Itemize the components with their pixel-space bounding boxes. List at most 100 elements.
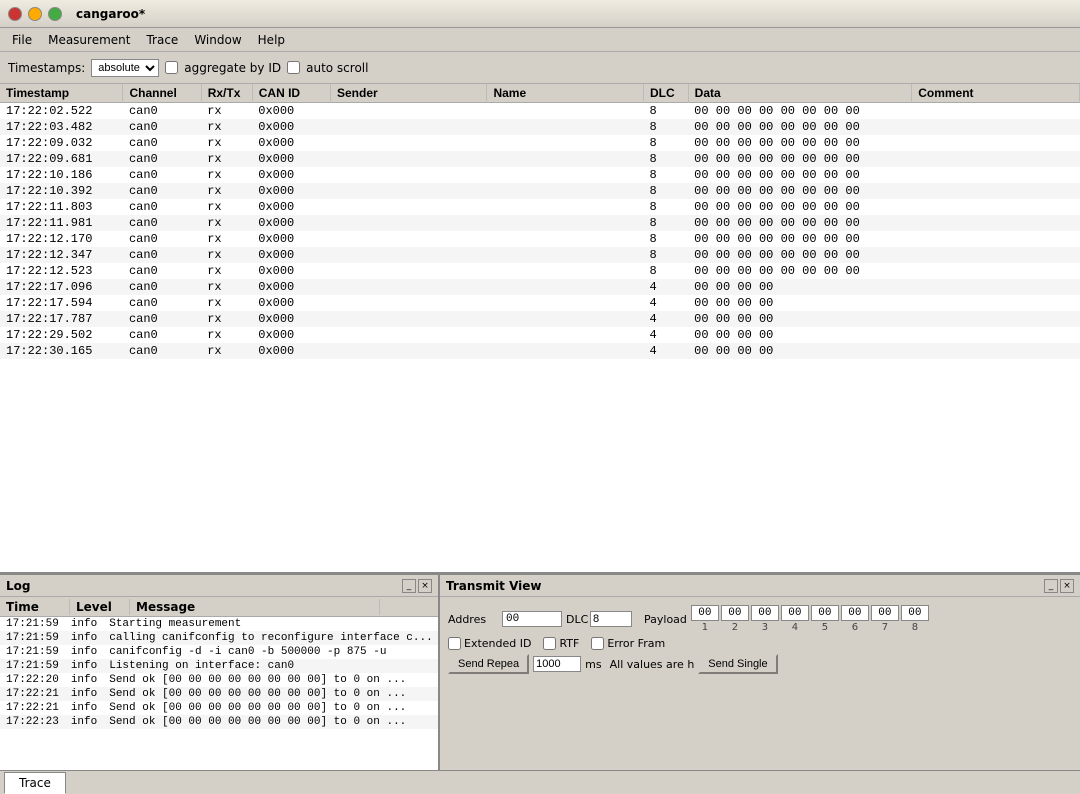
payload-byte-3[interactable]	[751, 605, 779, 621]
cell-comment	[912, 215, 1080, 231]
table-row[interactable]: 17:22:17.787 can0 rx 0x000 4 00 00 00 00	[0, 311, 1080, 327]
table-row[interactable]: 17:22:12.170 can0 rx 0x000 8 00 00 00 00…	[0, 231, 1080, 247]
dlc-spinner[interactable]	[590, 611, 632, 627]
cell-comment	[912, 231, 1080, 247]
autoscroll-checkbox[interactable]	[287, 61, 300, 74]
menu-measurement[interactable]: Measurement	[40, 31, 138, 49]
log-column-headers: Time Level Message	[0, 597, 438, 617]
cell-data: 00 00 00 00 00 00 00 00	[688, 263, 912, 279]
cell-dlc: 8	[643, 151, 688, 167]
log-cell-message: Listening on interface: can0	[103, 659, 438, 673]
table-row[interactable]: 17:22:12.347 can0 rx 0x000 8 00 00 00 00…	[0, 247, 1080, 263]
payload-byte-4[interactable]	[781, 605, 809, 621]
address-input[interactable]	[502, 611, 562, 627]
log-cell-time: 17:21:59	[0, 631, 65, 645]
transmit-close-button[interactable]: ×	[1060, 579, 1074, 593]
minimize-button[interactable]	[28, 7, 42, 21]
payload-label: Payload	[644, 613, 687, 626]
rtf-checkbox[interactable]	[543, 637, 556, 650]
table-row[interactable]: 17:22:10.186 can0 rx 0x000 8 00 00 00 00…	[0, 167, 1080, 183]
toolbar: Timestamps: absolute relative delta aggr…	[0, 52, 1080, 84]
cell-rxtx: rx	[201, 295, 252, 311]
send-repeat-interval[interactable]	[533, 656, 581, 672]
cell-channel: can0	[123, 151, 201, 167]
table-row[interactable]: 17:22:09.681 can0 rx 0x000 8 00 00 00 00…	[0, 151, 1080, 167]
menu-window[interactable]: Window	[186, 31, 249, 49]
table-row[interactable]: 17:22:17.594 can0 rx 0x000 4 00 00 00 00	[0, 295, 1080, 311]
cell-rxtx: rx	[201, 199, 252, 215]
menu-trace[interactable]: Trace	[138, 31, 186, 49]
menu-file[interactable]: File	[4, 31, 40, 49]
payload-byte-8[interactable]	[901, 605, 929, 621]
cell-sender	[330, 199, 486, 215]
cell-channel: can0	[123, 263, 201, 279]
payload-byte-7[interactable]	[871, 605, 899, 621]
payload-byte-6[interactable]	[841, 605, 869, 621]
col-header-dlc: DLC	[643, 84, 688, 103]
log-cell-time: 17:22:21	[0, 687, 65, 701]
payload-num-4: 4	[781, 622, 809, 633]
cell-data: 00 00 00 00 00 00 00 00	[688, 215, 912, 231]
table-row[interactable]: 17:22:12.523 can0 rx 0x000 8 00 00 00 00…	[0, 263, 1080, 279]
payload-byte-5[interactable]	[811, 605, 839, 621]
aggregate-checkbox[interactable]	[165, 61, 178, 74]
cell-canid: 0x000	[252, 167, 330, 183]
extended-id-item: Extended ID	[448, 637, 531, 650]
cell-dlc: 8	[643, 167, 688, 183]
table-row[interactable]: 17:22:11.981 can0 rx 0x000 8 00 00 00 00…	[0, 215, 1080, 231]
log-title: Log	[6, 579, 30, 593]
table-row[interactable]: 17:22:11.803 can0 rx 0x000 8 00 00 00 00…	[0, 199, 1080, 215]
send-repeat-button[interactable]: Send Repea	[448, 654, 529, 674]
cell-rxtx: rx	[201, 167, 252, 183]
cell-name	[487, 183, 643, 199]
cell-name	[487, 247, 643, 263]
table-row[interactable]: 17:22:09.032 can0 rx 0x000 8 00 00 00 00…	[0, 135, 1080, 151]
menu-help[interactable]: Help	[250, 31, 293, 49]
cell-comment	[912, 151, 1080, 167]
log-body[interactable]: 17:21:59 info Starting measurement 17:21…	[0, 617, 438, 770]
list-item: 17:21:59 info canifconfig -d -i can0 -b …	[0, 645, 438, 659]
table-row[interactable]: 17:22:29.502 can0 rx 0x000 4 00 00 00 00	[0, 327, 1080, 343]
cell-canid: 0x000	[252, 183, 330, 199]
payload-byte-2[interactable]	[721, 605, 749, 621]
cell-comment	[912, 199, 1080, 215]
log-cell-message: Send ok [00 00 00 00 00 00 00 00] to 0 o…	[103, 673, 438, 687]
close-button[interactable]	[8, 7, 22, 21]
payload-num-2: 2	[721, 622, 749, 633]
cell-rxtx: rx	[201, 343, 252, 359]
send-single-button[interactable]: Send Single	[698, 654, 777, 674]
cell-timestamp: 17:22:12.523	[0, 263, 123, 279]
list-item: 17:21:59 info Starting measurement	[0, 617, 438, 631]
log-cell-time: 17:21:59	[0, 659, 65, 673]
payload-byte-1[interactable]	[691, 605, 719, 621]
table-row[interactable]: 17:22:02.522 can0 rx 0x000 8 00 00 00 00…	[0, 103, 1080, 120]
error-frame-checkbox[interactable]	[591, 637, 604, 650]
cell-rxtx: rx	[201, 183, 252, 199]
cell-data: 00 00 00 00 00 00 00 00	[688, 183, 912, 199]
table-row[interactable]: 17:22:03.482 can0 rx 0x000 8 00 00 00 00…	[0, 119, 1080, 135]
transmit-minimize-button[interactable]: _	[1044, 579, 1058, 593]
list-item: 17:21:59 info Listening on interface: ca…	[0, 659, 438, 673]
extended-id-checkbox[interactable]	[448, 637, 461, 650]
cell-canid: 0x000	[252, 151, 330, 167]
maximize-button[interactable]	[48, 7, 62, 21]
log-close-button[interactable]: ×	[418, 579, 432, 593]
cell-sender	[330, 183, 486, 199]
log-minimize-button[interactable]: _	[402, 579, 416, 593]
table-row[interactable]: 17:22:10.392 can0 rx 0x000 8 00 00 00 00…	[0, 183, 1080, 199]
tab-trace[interactable]: Trace	[4, 772, 66, 794]
cell-name	[487, 167, 643, 183]
log-table: 17:21:59 info Starting measurement 17:21…	[0, 617, 438, 729]
table-row[interactable]: 17:22:17.096 can0 rx 0x000 4 00 00 00 00	[0, 279, 1080, 295]
table-row[interactable]: 17:22:30.165 can0 rx 0x000 4 00 00 00 00	[0, 343, 1080, 359]
cell-dlc: 4	[643, 295, 688, 311]
cell-data: 00 00 00 00 00 00 00 00	[688, 199, 912, 215]
log-panel: Log _ × Time Level Message 17:21:59 info…	[0, 575, 440, 770]
cell-sender	[330, 263, 486, 279]
cell-sender	[330, 151, 486, 167]
cell-sender	[330, 135, 486, 151]
cell-dlc: 8	[643, 247, 688, 263]
cell-rxtx: rx	[201, 135, 252, 151]
timestamps-select[interactable]: absolute relative delta	[91, 59, 159, 77]
error-frame-label: Error Fram	[607, 637, 665, 650]
